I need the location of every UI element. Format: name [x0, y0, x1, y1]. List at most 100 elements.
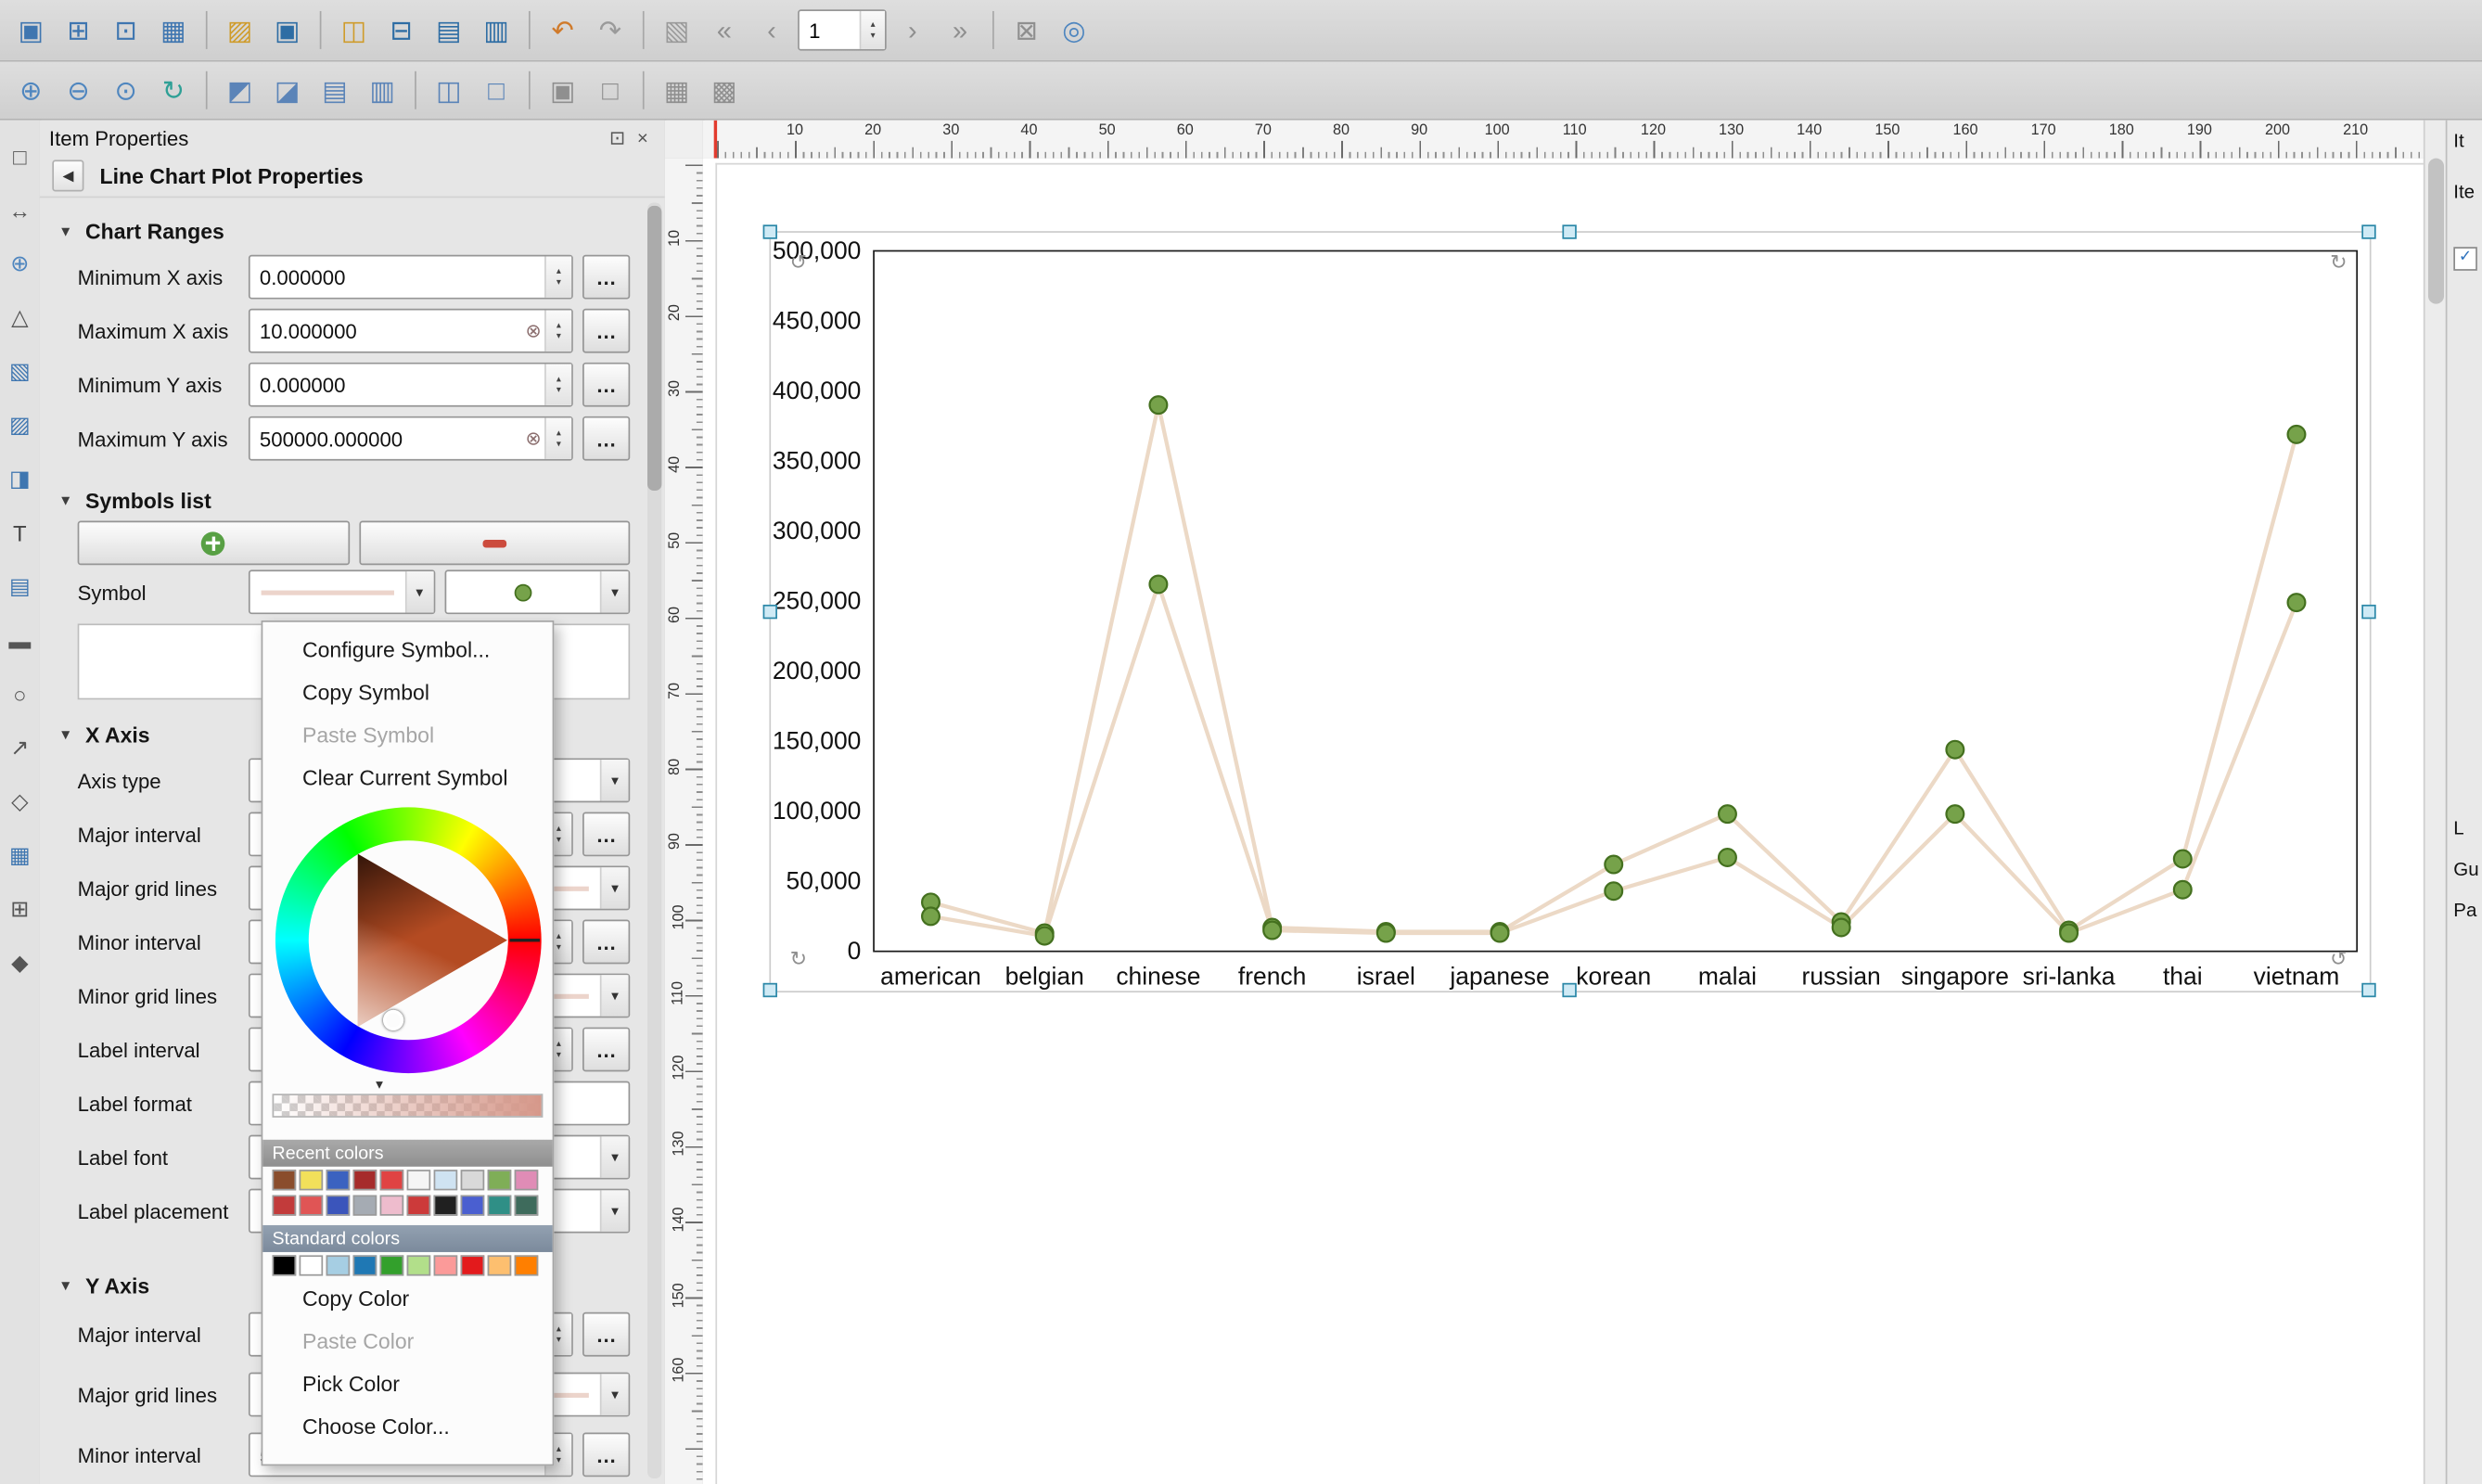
color-swatch[interactable]	[300, 1170, 324, 1190]
spin-arrows-icon[interactable]: ▴▾	[544, 365, 571, 405]
export-image-icon[interactable]: ◫	[332, 8, 375, 51]
data-defined-button[interactable]: …	[582, 1028, 630, 1072]
add-marker-icon[interactable]: ◆	[3, 947, 36, 980]
export-svg-icon[interactable]: ▥	[475, 8, 518, 51]
select-move-item-icon[interactable]: □	[3, 139, 36, 173]
zoom-in-icon[interactable]: ⊕	[9, 69, 52, 111]
selection-handle[interactable]	[763, 604, 777, 618]
symbol-marker-dropdown[interactable]: ▾	[444, 569, 631, 614]
rotate-item-icon[interactable]: ↻	[790, 947, 808, 972]
save-layout-icon[interactable]: ▣	[266, 8, 309, 51]
symbol-color-dropdown[interactable]: ▾	[249, 569, 435, 614]
section-chart-ranges[interactable]: ▼ Chart Ranges	[58, 212, 630, 250]
layout-manager-icon[interactable]: ▦	[152, 8, 195, 51]
color-swatch[interactable]	[300, 1255, 324, 1275]
value-input[interactable]: 10.000000⊗▴▾	[249, 309, 573, 353]
spin-arrows-icon[interactable]: ▴▾	[544, 418, 571, 459]
section-symbols-list[interactable]: ▼ Symbols list	[58, 481, 630, 519]
value-input[interactable]: 0.000000▴▾	[249, 255, 573, 300]
rotate-item-icon[interactable]: ↻	[2330, 250, 2348, 275]
selection-handle[interactable]	[1562, 224, 1576, 238]
data-defined-button[interactable]: …	[582, 920, 630, 965]
color-swatch[interactable]	[273, 1255, 297, 1275]
add-symbol-button[interactable]	[78, 520, 350, 565]
raise-items-icon[interactable]: ◩	[219, 69, 262, 111]
color-swatch[interactable]	[488, 1196, 512, 1216]
menu-item-pick-color[interactable]: Pick Color	[262, 1362, 552, 1405]
export-pdf-icon[interactable]: ▤	[428, 8, 470, 51]
zoom-out-icon[interactable]: ⊖	[57, 69, 99, 111]
duplicate-layout-icon[interactable]: ⊡	[105, 8, 147, 51]
clear-value-icon[interactable]: ⊗	[525, 320, 541, 342]
redo-icon[interactable]: ↷	[589, 8, 632, 51]
menu-item-copy-color[interactable]: Copy Color	[262, 1277, 552, 1320]
add-scalebar-icon[interactable]: ▬	[3, 623, 36, 657]
add-legend-icon[interactable]: ▤	[3, 569, 36, 603]
data-defined-button[interactable]: …	[582, 1312, 630, 1357]
rotate-item-icon[interactable]: ↺	[790, 250, 808, 275]
canvas-vertical-scrollbar[interactable]	[2424, 121, 2448, 1484]
rotate-item-icon[interactable]: ↺	[2330, 947, 2348, 972]
page-number-input[interactable]: 1▴▾	[798, 9, 887, 50]
scrollbar-thumb[interactable]	[2428, 159, 2444, 304]
color-swatch[interactable]	[434, 1170, 458, 1190]
new-layout-icon[interactable]: ⊞	[57, 8, 99, 51]
move-content-icon[interactable]: ↔	[3, 193, 36, 226]
float-panel-icon[interactable]: ⊡	[605, 125, 630, 150]
add-image-icon[interactable]: ◨	[3, 462, 36, 495]
data-defined-button[interactable]: …	[582, 416, 630, 461]
spin-arrows-icon[interactable]: ▴▾	[544, 256, 571, 297]
color-swatch[interactable]	[461, 1196, 485, 1216]
selection-handle[interactable]	[2361, 983, 2375, 997]
color-swatch[interactable]	[515, 1170, 539, 1190]
group-items-icon[interactable]: ◫	[428, 69, 470, 111]
add-table-icon[interactable]: ▦	[3, 839, 36, 873]
show-guides-icon[interactable]: ▩	[703, 69, 746, 111]
layout-canvas[interactable]: 050,000100,000150,000200,000250,000300,0…	[703, 159, 2425, 1484]
color-swatch[interactable]	[353, 1196, 377, 1216]
color-swatch[interactable]	[407, 1255, 431, 1275]
opacity-bar[interactable]	[273, 1094, 544, 1118]
selection-handle[interactable]	[1562, 983, 1576, 997]
ungroup-items-icon[interactable]: □	[475, 69, 518, 111]
zoom-preview-icon[interactable]: ◎	[1053, 8, 1095, 51]
back-button[interactable]: ◀	[52, 160, 83, 191]
color-swatch[interactable]	[380, 1255, 404, 1275]
last-feature-icon[interactable]: »	[939, 8, 981, 51]
add-3d-map-icon[interactable]: ▨	[3, 408, 36, 441]
clear-value-icon[interactable]: ⊗	[525, 428, 541, 450]
selection-handle[interactable]	[2361, 604, 2375, 618]
color-wheel[interactable]	[275, 807, 541, 1073]
lower-items-icon[interactable]: ◪	[266, 69, 309, 111]
menu-item-configure-symbol[interactable]: Configure Symbol...	[262, 629, 552, 672]
atlas-preview-icon[interactable]: ▧	[656, 8, 698, 51]
value-input[interactable]: 500000.000000⊗▴▾	[249, 416, 573, 461]
color-swatch[interactable]	[273, 1196, 297, 1216]
color-swatch[interactable]	[488, 1170, 512, 1190]
data-defined-button[interactable]: …	[582, 1433, 630, 1478]
color-swatch[interactable]	[326, 1170, 351, 1190]
undo-icon[interactable]: ↶	[542, 8, 584, 51]
color-swatch[interactable]	[461, 1255, 485, 1275]
open-folder-icon[interactable]: ▨	[219, 8, 262, 51]
unlock-items-icon[interactable]: □	[589, 69, 632, 111]
align-items-icon[interactable]: ▤	[313, 69, 356, 111]
zoom-full-icon[interactable]: ⊙	[105, 69, 147, 111]
color-swatch[interactable]	[434, 1196, 458, 1216]
color-swatch[interactable]	[515, 1196, 539, 1216]
menu-item-choose-color[interactable]: Choose Color...	[262, 1405, 552, 1448]
distribute-items-icon[interactable]: ▥	[361, 69, 403, 111]
selection-handle[interactable]	[2361, 224, 2375, 238]
color-swatch[interactable]	[461, 1170, 485, 1190]
color-swatch[interactable]	[407, 1170, 431, 1190]
color-swatch[interactable]	[434, 1255, 458, 1275]
zoom-tool-icon[interactable]: ⊕	[3, 247, 36, 280]
show-grid-icon[interactable]: ▦	[656, 69, 698, 111]
add-node-shape-icon[interactable]: ◇	[3, 785, 36, 818]
data-defined-button[interactable]: …	[582, 309, 630, 353]
chart-item-selection[interactable]	[769, 231, 2371, 992]
color-swatch[interactable]	[380, 1170, 404, 1190]
color-swatch[interactable]	[273, 1170, 297, 1190]
edit-nodes-icon[interactable]: △	[3, 301, 36, 334]
color-swatch[interactable]	[407, 1196, 431, 1216]
